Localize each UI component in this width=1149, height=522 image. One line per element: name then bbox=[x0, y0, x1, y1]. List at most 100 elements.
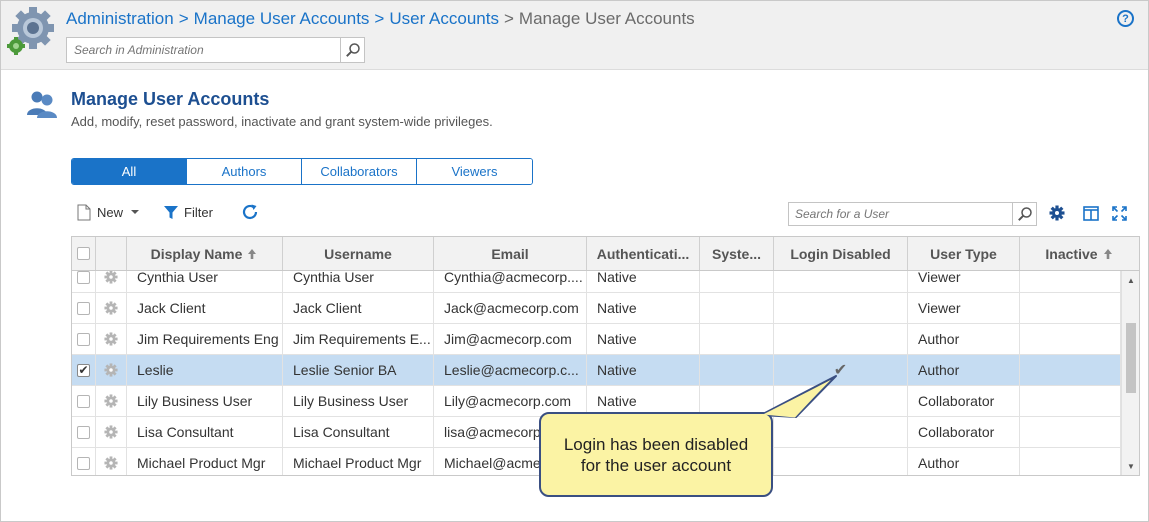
cell-email: Leslie@acmecorp.c... bbox=[434, 355, 587, 385]
table-row[interactable]: Cynthia User Cynthia User Cynthia@acmecorp… bbox=[72, 271, 1121, 293]
row-actions-cell[interactable] bbox=[96, 293, 127, 323]
row-actions-cell[interactable] bbox=[96, 324, 127, 354]
row-checkbox[interactable]: ✔ bbox=[77, 363, 90, 377]
select-all-checkbox[interactable] bbox=[77, 247, 90, 260]
cell-username: Cynthia User bbox=[283, 271, 434, 292]
row-checkbox[interactable] bbox=[77, 332, 90, 346]
user-search-box bbox=[788, 202, 1037, 226]
cell-username: Leslie Senior BA bbox=[283, 355, 434, 385]
cell-email: Jim@acmecorp.com bbox=[434, 324, 587, 354]
admin-search-button[interactable] bbox=[340, 38, 364, 62]
column-label: Display Name bbox=[150, 245, 243, 262]
column-header-system[interactable]: Syste... bbox=[700, 237, 774, 270]
cell-display-name: Cynthia User bbox=[127, 271, 283, 292]
row-gear-icon bbox=[104, 271, 118, 284]
expand-icon bbox=[1111, 205, 1127, 221]
cell-display-name: Lisa Consultant bbox=[127, 417, 283, 447]
column-header-email[interactable]: Email bbox=[434, 237, 587, 270]
breadcrumb-user-accounts[interactable]: User Accounts bbox=[389, 9, 499, 28]
cell-username: Jack Client bbox=[283, 293, 434, 323]
row-actions-cell[interactable] bbox=[96, 417, 127, 447]
column-header-username[interactable]: Username bbox=[283, 237, 434, 270]
row-checkbox[interactable] bbox=[77, 425, 90, 439]
row-checkbox[interactable] bbox=[77, 394, 90, 408]
column-header-authentication[interactable]: Authenticati... bbox=[587, 237, 700, 270]
breadcrumb-administration[interactable]: Administration bbox=[66, 9, 174, 28]
user-type-tabs: All Authors Collaborators Viewers bbox=[71, 158, 533, 185]
cell-login-disabled bbox=[774, 293, 908, 323]
column-label: Inactive bbox=[1045, 245, 1098, 262]
cell-authentication: Native bbox=[587, 355, 700, 385]
new-button[interactable]: New bbox=[77, 204, 142, 221]
cell-inactive bbox=[1020, 417, 1121, 447]
scroll-up-arrow-icon[interactable]: ▲ bbox=[1126, 275, 1136, 285]
grid-scrollbar[interactable]: ▲ ▼ bbox=[1121, 271, 1139, 475]
row-checkbox-cell bbox=[72, 293, 96, 323]
tab-collaborators[interactable]: Collaborators bbox=[302, 159, 417, 184]
column-header-user-type[interactable]: User Type bbox=[908, 237, 1020, 270]
row-actions-cell[interactable] bbox=[96, 355, 127, 385]
cell-authentication: Native bbox=[587, 324, 700, 354]
row-gear-icon bbox=[104, 456, 118, 470]
filter-button[interactable]: Filter bbox=[164, 205, 213, 220]
cell-email: Jack@acmecorp.com bbox=[434, 293, 587, 323]
refresh-button[interactable] bbox=[241, 203, 265, 221]
tab-authors[interactable]: Authors bbox=[187, 159, 302, 184]
administration-gear-icon bbox=[7, 6, 55, 56]
cell-display-name: Lily Business User bbox=[127, 386, 283, 416]
scrollbar-thumb[interactable] bbox=[1126, 323, 1136, 393]
row-checkbox[interactable] bbox=[77, 301, 90, 315]
table-row[interactable]: Jim Requirements Eng Jim Requirements E..… bbox=[72, 324, 1121, 355]
cell-username: Lily Business User bbox=[283, 386, 434, 416]
settings-button[interactable] bbox=[1047, 203, 1067, 223]
cell-inactive bbox=[1020, 293, 1121, 323]
cell-display-name: Jack Client bbox=[127, 293, 283, 323]
chevron-down-icon bbox=[131, 210, 140, 214]
row-gear-icon bbox=[104, 332, 118, 346]
search-icon bbox=[345, 43, 360, 57]
new-document-icon bbox=[77, 204, 91, 220]
table-row[interactable]: ✔ Leslie Leslie Senior BA Leslie@acmecorp.c… bbox=[72, 355, 1121, 386]
row-actions-cell[interactable] bbox=[96, 386, 127, 416]
breadcrumb: Administration > Manage User Accounts > User… bbox=[66, 9, 695, 29]
row-checkbox-cell bbox=[72, 417, 96, 447]
scroll-down-arrow-icon[interactable]: ▼ bbox=[1126, 461, 1136, 471]
cell-login-disabled bbox=[774, 386, 908, 416]
cell-login-disabled: ✔ bbox=[774, 355, 908, 385]
row-checkbox-cell: ✔ bbox=[72, 355, 96, 385]
cell-login-disabled bbox=[774, 324, 908, 354]
row-checkbox[interactable] bbox=[77, 456, 90, 470]
cell-display-name: Leslie bbox=[127, 355, 283, 385]
row-gear-icon bbox=[104, 363, 118, 377]
cell-username: Michael Product Mgr bbox=[283, 448, 434, 475]
sort-up-icon bbox=[1103, 248, 1112, 259]
cell-inactive bbox=[1020, 448, 1121, 475]
row-checkbox[interactable] bbox=[77, 271, 90, 284]
help-icon[interactable]: ? bbox=[1117, 10, 1134, 27]
fullscreen-button[interactable] bbox=[1109, 203, 1129, 223]
column-header-display-name[interactable]: Display Name bbox=[127, 237, 283, 270]
cell-user-type: Author bbox=[908, 355, 1020, 385]
columns-icon bbox=[1083, 205, 1099, 221]
sort-up-icon bbox=[248, 248, 257, 259]
breadcrumb-current: Manage User Accounts bbox=[518, 9, 695, 28]
tab-all[interactable]: All bbox=[72, 159, 187, 184]
row-actions-cell[interactable] bbox=[96, 448, 127, 475]
cell-email: Cynthia@acmecorp.... bbox=[434, 271, 587, 292]
tab-viewers[interactable]: Viewers bbox=[417, 159, 532, 184]
user-search-input[interactable] bbox=[789, 203, 1011, 225]
row-actions-cell[interactable] bbox=[96, 271, 127, 292]
callout-line-2: for the user account bbox=[580, 455, 732, 475]
cell-user-type: Author bbox=[908, 448, 1020, 475]
column-header-inactive[interactable]: Inactive bbox=[1020, 237, 1139, 270]
breadcrumb-manage-user-accounts[interactable]: Manage User Accounts bbox=[194, 9, 370, 28]
admin-search-input[interactable] bbox=[67, 38, 339, 62]
columns-button[interactable] bbox=[1081, 203, 1101, 223]
table-row[interactable]: Jack Client Jack Client Jack@acmecorp.com N… bbox=[72, 293, 1121, 324]
filter-icon bbox=[164, 205, 179, 219]
user-search-button[interactable] bbox=[1012, 203, 1036, 225]
row-checkbox-cell bbox=[72, 448, 96, 475]
cell-login-disabled bbox=[774, 448, 908, 475]
cell-inactive bbox=[1020, 386, 1121, 416]
column-header-login-disabled[interactable]: Login Disabled bbox=[774, 237, 908, 270]
